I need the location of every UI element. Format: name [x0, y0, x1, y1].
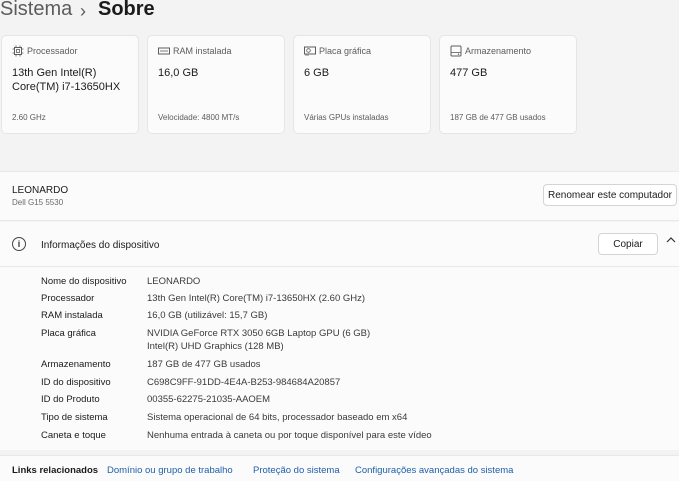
spec-value[interactable]: NVIDIA GeForce RTX 3050 6GB Laptop GPU (…: [147, 328, 370, 341]
breadcrumb-parent[interactable]: Sistema: [0, 0, 72, 21]
spec-row-system-type: Tipo de sistema Sistema operacional de 6…: [0, 412, 679, 428]
section-title: Informações do dispositivo: [41, 240, 160, 251]
chevron-up-icon[interactable]: [666, 236, 676, 244]
spec-row-pen-touch: Caneta e toque Nenhuma entrada à caneta …: [0, 430, 679, 446]
card-subtitle: Várias GPUs instaladas: [304, 113, 389, 122]
spec-value[interactable]: 187 GB de 477 GB usados: [147, 359, 261, 372]
spec-value[interactable]: Nenhuma entrada à caneta ou por toque di…: [147, 430, 432, 443]
card-subtitle: 187 GB de 477 GB usados: [450, 113, 546, 122]
spec-value[interactable]: 13th Gen Intel(R) Core(TM) i7-13650HX (2…: [147, 293, 365, 306]
card-title: Placa gráfica: [319, 46, 372, 56]
copy-button[interactable]: Copiar: [598, 233, 658, 255]
device-info-list: Nome do dispositivo LEONARDO Processador…: [0, 267, 679, 450]
processor-card: Processador 13th Gen Intel(R) Core(TM) i…: [1, 35, 139, 134]
card-title: RAM instalada: [173, 46, 232, 56]
spec-value[interactable]: LEONARDO: [147, 276, 200, 289]
spec-row-ram: RAM instalada 16,0 GB (utilizável: 15,7 …: [0, 310, 679, 326]
card-title: Processador: [27, 46, 78, 56]
card-value: 13th Gen Intel(R) Core(TM) i7-13650HX: [12, 67, 121, 93]
gpu-card: Placa gráfica 6 GB Várias GPUs instalada…: [293, 35, 431, 134]
page-title: Sobre: [98, 0, 155, 20]
spec-row-processor: Processador 13th Gen Intel(R) Core(TM) i…: [0, 293, 679, 309]
link-advanced-system-settings[interactable]: Configurações avançadas do sistema: [355, 465, 513, 476]
spec-label: RAM instalada: [41, 310, 103, 321]
ram-card: RAM instalada 16,0 GB Velocidade: 4800 M…: [147, 35, 285, 134]
spec-label: Armazenamento: [41, 359, 111, 370]
rename-computer-button[interactable]: Renomear este computador: [543, 184, 677, 206]
spec-value-secondary[interactable]: Intel(R) UHD Graphics (128 MB): [147, 341, 284, 354]
spec-row-graphics: Placa gráfica NVIDIA GeForce RTX 3050 6G…: [0, 328, 679, 356]
spec-label: Caneta e toque: [41, 430, 106, 441]
device-model: Dell G15 5530: [12, 198, 64, 207]
card-value: 477 GB: [450, 67, 488, 79]
breadcrumb-chevron-icon: ›: [80, 1, 86, 21]
link-domain-workgroup[interactable]: Domínio ou grupo de trabalho: [107, 465, 233, 476]
related-links-bar: Links relacionados Domínio ou grupo de t…: [0, 455, 679, 481]
spec-value[interactable]: 00355-62275-21035-AAOEM: [147, 394, 270, 407]
processor-icon: [12, 45, 24, 57]
card-value: 16,0 GB: [158, 67, 199, 79]
device-info-header[interactable]: i Informações do dispositivo Copiar: [0, 222, 679, 267]
storage-icon: [450, 45, 462, 57]
card-subtitle: 2.60 GHz: [12, 113, 46, 122]
spec-row-storage: Armazenamento 187 GB de 477 GB usados: [0, 359, 679, 375]
spec-row-device-name: Nome do dispositivo LEONARDO: [0, 276, 679, 292]
spec-label: Processador: [41, 293, 95, 304]
spec-value[interactable]: C698C9FF-91DD-4E4A-B253-984684A20857: [147, 377, 340, 390]
card-title: Armazenamento: [465, 46, 532, 56]
spec-value[interactable]: 16,0 GB (utilizável: 15,7 GB): [147, 310, 267, 323]
spec-label: Placa gráfica: [41, 328, 96, 339]
ram-icon: [158, 47, 170, 55]
info-icon: i: [12, 237, 26, 251]
spec-label: Nome do dispositivo: [41, 276, 127, 287]
related-links-title: Links relacionados: [12, 465, 99, 476]
device-name: LEONARDO: [12, 185, 69, 196]
spec-label: ID do Produto: [41, 394, 100, 405]
spec-row-product-id: ID do Produto 00355-62275-21035-AAOEM: [0, 394, 679, 410]
spec-label: ID do dispositivo: [41, 377, 111, 388]
storage-card: Armazenamento 477 GB 187 GB de 477 GB us…: [439, 35, 577, 134]
spec-label: Tipo de sistema: [41, 412, 108, 423]
device-bar: LEONARDO Dell G15 5530 Renomear este com…: [0, 171, 679, 221]
link-system-protection[interactable]: Proteção do sistema: [253, 465, 340, 476]
spec-row-device-id: ID do dispositivo C698C9FF-91DD-4E4A-B25…: [0, 377, 679, 393]
card-subtitle: Velocidade: 4800 MT/s: [158, 113, 240, 122]
card-value: 6 GB: [304, 67, 330, 79]
gpu-icon: [304, 46, 316, 56]
spec-value[interactable]: Sistema operacional de 64 bits, processa…: [147, 412, 407, 425]
